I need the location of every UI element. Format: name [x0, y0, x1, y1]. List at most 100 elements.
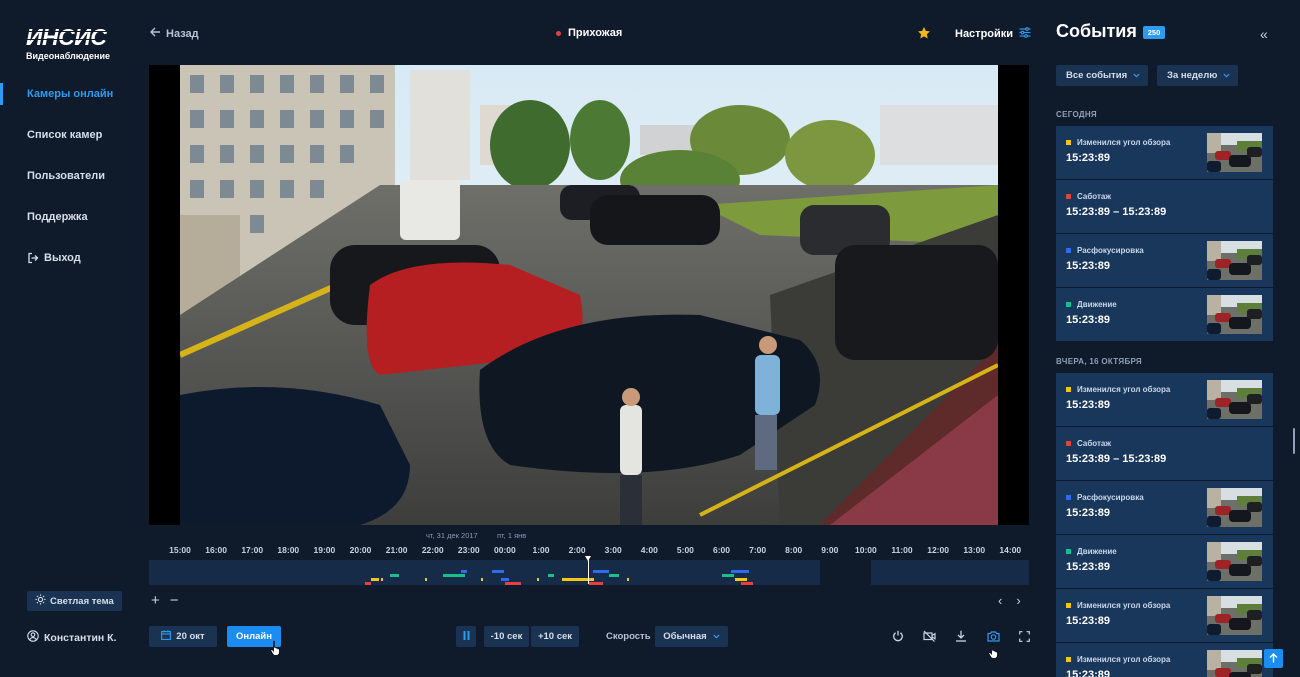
- event-thumbnail[interactable]: [1207, 488, 1262, 527]
- timeline-event[interactable]: [735, 578, 747, 581]
- event-type: Изменился угол обзора: [1066, 385, 1170, 394]
- timeline-event[interactable]: [425, 578, 427, 581]
- brand-logo[interactable]: ИНСИС Видеонаблюдение: [26, 26, 118, 61]
- camera-off-icon[interactable]: [921, 628, 937, 644]
- event-thumbnail[interactable]: [1207, 295, 1262, 334]
- date-picker-button[interactable]: 20 окт: [149, 626, 217, 647]
- timeline-event[interactable]: [741, 582, 753, 585]
- nav-item-support[interactable]: Поддержка: [0, 209, 135, 225]
- timeline-event[interactable]: [627, 578, 629, 581]
- timeline-hour-label: 13:00: [963, 545, 986, 555]
- event-time: 15:23:89: [1066, 669, 1111, 677]
- nav-item-users[interactable]: Пользователи: [0, 168, 135, 184]
- timeline-hour-label: 8:00: [785, 545, 803, 555]
- event-card[interactable]: Расфокусировка 15:23:89: [1056, 481, 1273, 534]
- chevron-right-icon[interactable]: ›: [1016, 594, 1020, 608]
- timeline-hour-label: 10:00: [855, 545, 877, 555]
- timeline-hour-label: 1:00: [532, 545, 550, 555]
- event-card[interactable]: Изменился угол обзора 15:23:89: [1056, 643, 1273, 677]
- user-profile[interactable]: Константин К.: [27, 630, 117, 645]
- nav-item-cameras-online[interactable]: Камеры онлайн: [0, 83, 135, 105]
- event-card[interactable]: Саботаж 15:23:89 – 15:23:89: [1056, 427, 1273, 480]
- timeline-event[interactable]: [381, 578, 383, 581]
- collapse-panel-icon[interactable]: «: [1260, 26, 1268, 42]
- playhead-marker[interactable]: [585, 556, 591, 584]
- event-card[interactable]: Изменился угол обзора 15:23:89: [1056, 589, 1273, 642]
- event-color-dot: [1066, 302, 1071, 307]
- event-card[interactable]: Изменился угол обзора 15:23:89: [1056, 126, 1273, 179]
- timeline-event[interactable]: [390, 574, 399, 577]
- timeline-event[interactable]: [593, 570, 609, 573]
- rewind-10s-button[interactable]: -10 сек: [484, 626, 529, 647]
- timeline-event[interactable]: [537, 578, 539, 581]
- zoom-out-icon[interactable]: −: [170, 593, 179, 608]
- timeline-hour-label: 20:00: [349, 545, 372, 555]
- settings-button[interactable]: Настройки: [955, 27, 1031, 41]
- forward-10s-button[interactable]: +10 сек: [531, 626, 579, 647]
- chevron-left-icon[interactable]: ‹: [998, 594, 1002, 608]
- power-icon[interactable]: [890, 628, 906, 644]
- pause-icon: [463, 630, 470, 643]
- online-button-label: Онлайн: [235, 631, 273, 642]
- timeline-hour-label: 5:00: [676, 545, 694, 555]
- event-thumbnail[interactable]: [1207, 241, 1262, 280]
- timeline-event[interactable]: [492, 570, 504, 573]
- timeline-hour-label: 17:00: [241, 545, 264, 555]
- speed-select[interactable]: Обычная: [655, 626, 728, 647]
- sliders-icon: [1019, 27, 1031, 41]
- timeline-event[interactable]: [562, 578, 594, 581]
- light-theme-button[interactable]: Светлая тема: [27, 591, 122, 611]
- timeline-hour-label: 14:00: [999, 545, 1022, 555]
- timeline-event[interactable]: [548, 574, 554, 577]
- event-card[interactable]: Изменился угол обзора 15:23:89: [1056, 373, 1273, 426]
- timeline-event[interactable]: [589, 582, 603, 585]
- events-scrollbar[interactable]: [1293, 428, 1295, 454]
- event-thumbnail[interactable]: [1207, 380, 1262, 419]
- download-icon[interactable]: [953, 628, 969, 644]
- timeline-event[interactable]: [481, 578, 483, 581]
- pause-button[interactable]: [456, 626, 476, 647]
- event-card[interactable]: Движение 15:23:89: [1056, 288, 1273, 341]
- timeline-event[interactable]: [371, 578, 379, 581]
- timeline-event[interactable]: [443, 574, 465, 577]
- event-card[interactable]: Движение 15:23:89: [1056, 535, 1273, 588]
- timeline-hour-label: 21:00: [385, 545, 408, 555]
- video-player[interactable]: [149, 65, 1029, 525]
- chevron-down-icon: [1223, 70, 1230, 81]
- nav-item-label: Выход: [44, 252, 81, 264]
- event-type-filter[interactable]: Все события: [1056, 65, 1149, 86]
- timeline-event[interactable]: [731, 570, 749, 573]
- event-type: Изменился угол обзора: [1066, 655, 1170, 664]
- timeline-hour-label: 9:00: [821, 545, 839, 555]
- event-thumbnail[interactable]: [1207, 542, 1262, 581]
- timeline-track[interactable]: [149, 556, 1029, 585]
- timeline-event[interactable]: [365, 582, 371, 585]
- event-time: 15:23:89: [1066, 561, 1111, 573]
- timeline-event[interactable]: [609, 574, 619, 577]
- sidebar: ИНСИС Видеонаблюдение Камеры онлайн Спис…: [0, 0, 135, 677]
- event-thumbnail[interactable]: [1207, 133, 1262, 172]
- fullscreen-icon[interactable]: [1016, 628, 1032, 644]
- timeline-event[interactable]: [505, 582, 521, 585]
- timeline-hour-label: 3:00: [604, 545, 622, 555]
- timeline-event[interactable]: [722, 574, 734, 577]
- event-type-label: Движение: [1077, 300, 1117, 309]
- timeline-event[interactable]: [461, 570, 467, 573]
- timeline-hour-label: 11:00: [891, 545, 913, 555]
- event-color-dot: [1066, 387, 1071, 392]
- event-thumbnail[interactable]: [1207, 650, 1262, 677]
- favorite-star-icon[interactable]: [917, 26, 931, 40]
- scroll-to-top-button[interactable]: [1264, 649, 1283, 668]
- nav-item-logout[interactable]: Выход: [0, 250, 135, 266]
- event-thumbnail[interactable]: [1207, 596, 1262, 635]
- back-button[interactable]: Назад: [150, 27, 199, 40]
- event-card[interactable]: Расфокусировка 15:23:89: [1056, 234, 1273, 287]
- timeline-event[interactable]: [501, 578, 509, 581]
- event-card[interactable]: Саботаж 15:23:89 – 15:23:89: [1056, 180, 1273, 233]
- snapshot-camera-icon[interactable]: [985, 628, 1001, 644]
- zoom-in-icon[interactable]: +: [151, 593, 160, 608]
- events-count-badge: 250: [1143, 26, 1165, 39]
- event-period-filter[interactable]: За неделю: [1157, 65, 1239, 86]
- nav-item-camera-list[interactable]: Список камер: [0, 127, 135, 143]
- timeline-hour-label: 6:00: [712, 545, 731, 555]
